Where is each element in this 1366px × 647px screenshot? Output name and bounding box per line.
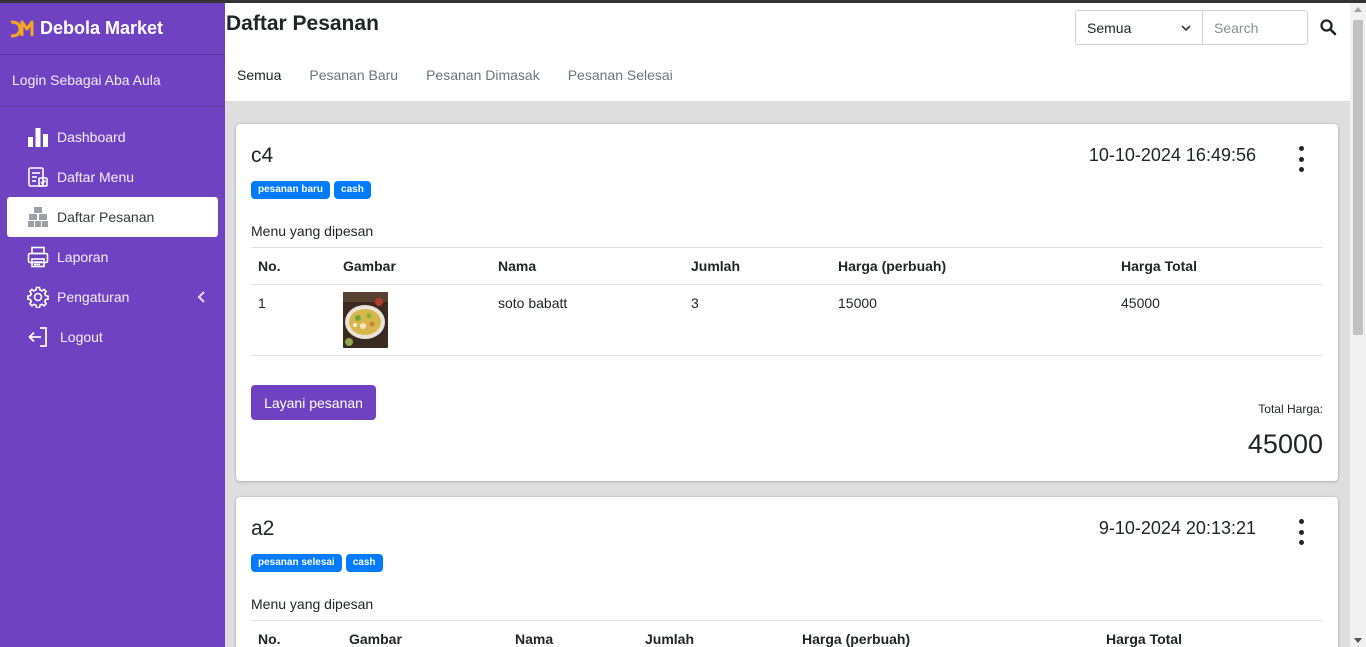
column-header-no: No. — [251, 620, 342, 647]
more-options-icon[interactable] — [1298, 519, 1304, 545]
column-header-gambar: Gambar — [336, 247, 491, 285]
table-row: 1 soto babatt 3 15000 45000 — [251, 284, 1323, 356]
sidebar-item-label: Dashboard — [57, 129, 126, 145]
tab-pesanan-selesai[interactable]: Pesanan Selesai — [552, 67, 685, 89]
ordered-menu-label: Menu yang dipesan — [251, 223, 374, 239]
sidebar-item-logout[interactable]: Logout — [7, 317, 218, 357]
filter-selected-value: Semua — [1087, 19, 1132, 36]
item-total-price: 45000 — [1114, 284, 1323, 356]
order-card: a2 9-10-2024 20:13:21 pesanan selesai ca… — [236, 497, 1338, 647]
sidebar-item-dashboard[interactable]: Dashboard — [7, 117, 218, 157]
printer-icon — [26, 245, 50, 269]
column-header-harga-total: Harga Total — [1099, 620, 1323, 647]
order-timestamp: 9-10-2024 20:13:21 — [1098, 518, 1256, 538]
brand[interactable]: Debola Market — [0, 3, 225, 55]
column-header-no: No. — [251, 247, 336, 285]
item-quantity: 3 — [684, 284, 831, 356]
search-input[interactable] — [1202, 10, 1308, 45]
sidebar-nav: Dashboard Daftar Menu Daftar Pesanan Lap… — [0, 117, 225, 357]
column-header-jumlah: Jumlah — [684, 247, 831, 285]
item-image-cell — [336, 284, 491, 356]
sidebar-item-label: Logout — [60, 329, 103, 345]
search-icon[interactable] — [1319, 18, 1337, 36]
column-header-jumlah: Jumlah — [638, 620, 795, 647]
order-items-table: No. Gambar Nama Jumlah Harga (perbuah) H… — [251, 247, 1323, 356]
column-header-harga-perbuah: Harga (perbuah) — [795, 620, 1099, 647]
food-image — [343, 292, 388, 348]
window-top-border — [0, 0, 1366, 3]
order-card: c4 10-10-2024 16:49:56 pesanan baru cash… — [236, 124, 1338, 481]
sidebar-item-label: Laporan — [57, 249, 109, 265]
ordered-menu-label: Menu yang dipesan — [251, 596, 374, 612]
column-header-nama: Nama — [508, 620, 638, 647]
scrollbar-thumb[interactable] — [1353, 20, 1363, 335]
item-no: 1 — [251, 284, 336, 356]
column-header-nama: Nama — [491, 247, 684, 285]
serve-order-button[interactable]: Layani pesanan — [251, 385, 376, 420]
total-price-value: 45000 — [1247, 429, 1323, 459]
boxes-icon — [26, 205, 50, 229]
page-header: Daftar Pesanan Semua Semua Pesanan Baru … — [225, 3, 1350, 101]
item-name: soto babatt — [491, 284, 684, 356]
order-badges: pesanan baru cash — [251, 181, 371, 199]
tab-pesanan-dimasak[interactable]: Pesanan Dimasak — [410, 67, 552, 89]
column-header-harga-perbuah: Harga (perbuah) — [831, 247, 1114, 285]
order-timestamp: 10-10-2024 16:49:56 — [1088, 145, 1256, 165]
table-header-row: No. Gambar Nama Jumlah Harga (perbuah) H… — [251, 247, 1323, 285]
scroll-up-arrow-icon[interactable] — [1354, 7, 1362, 12]
page-scrollbar[interactable] — [1350, 3, 1366, 647]
menu-list-icon — [26, 165, 50, 189]
brand-name: Debola Market — [40, 18, 164, 38]
status-badge: pesanan baru — [251, 181, 331, 199]
payment-badge: cash — [334, 181, 371, 199]
sidebar-item-daftar-menu[interactable]: Daftar Menu — [7, 157, 218, 197]
page-title: Daftar Pesanan — [226, 12, 379, 35]
column-header-gambar: Gambar — [342, 620, 508, 647]
sidebar-item-label: Daftar Pesanan — [57, 209, 155, 225]
order-code: a2 — [251, 517, 275, 540]
logout-icon — [26, 325, 50, 349]
tab-pesanan-baru[interactable]: Pesanan Baru — [293, 67, 410, 89]
sidebar: Debola Market Login Sebagai Aba Aula Das… — [0, 3, 225, 647]
chevron-left-icon — [197, 291, 205, 303]
brand-logo-icon — [10, 20, 34, 37]
order-items-table: No. Gambar Nama Jumlah Harga (perbuah) H… — [251, 620, 1323, 647]
chevron-down-icon — [1181, 25, 1191, 32]
login-status: Login Sebagai Aba Aula — [0, 55, 225, 107]
order-badges: pesanan selesai cash — [251, 554, 383, 572]
more-options-icon[interactable] — [1298, 146, 1304, 172]
status-badge: pesanan selesai — [251, 554, 342, 572]
scroll-down-arrow-icon[interactable] — [1354, 638, 1362, 643]
order-status-tabs: Semua Pesanan Baru Pesanan Dimasak Pesan… — [225, 67, 685, 89]
bar-chart-icon — [26, 125, 50, 149]
sidebar-item-laporan[interactable]: Laporan — [7, 237, 218, 277]
sidebar-item-pengaturan[interactable]: Pengaturan — [7, 277, 218, 317]
sidebar-item-daftar-pesanan[interactable]: Daftar Pesanan — [7, 197, 218, 237]
sidebar-item-label: Daftar Menu — [57, 169, 135, 185]
column-header-harga-total: Harga Total — [1114, 247, 1323, 285]
sidebar-item-label: Pengaturan — [57, 289, 130, 305]
order-code: c4 — [251, 144, 274, 167]
payment-badge: cash — [345, 554, 383, 572]
total-price-label: Total Harga: — [1258, 402, 1323, 416]
item-unit-price: 15000 — [831, 284, 1114, 356]
table-header-row: No. Gambar Nama Jumlah Harga (perbuah) H… — [251, 620, 1323, 647]
tab-semua[interactable]: Semua — [225, 67, 293, 89]
gear-icon — [26, 285, 50, 309]
status-filter-select[interactable]: Semua — [1075, 10, 1203, 45]
